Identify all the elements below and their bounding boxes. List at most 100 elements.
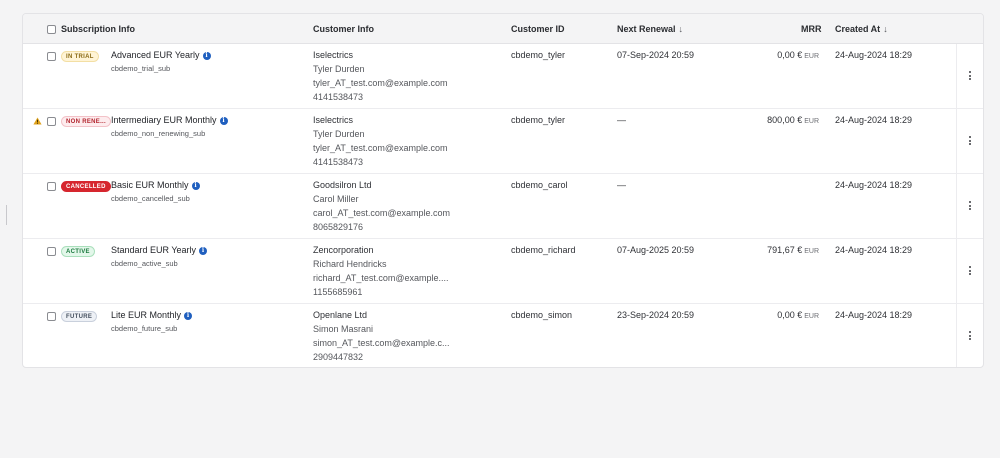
mrr-currency: EUR — [804, 248, 819, 255]
created-at: 24-Aug-2024 18:29 — [835, 115, 913, 125]
subscription-id: cbdemo_trial_sub — [111, 64, 171, 73]
customer-phone: 8065829176 — [313, 222, 364, 232]
customer-phone: 4141538473 — [313, 157, 364, 167]
customer-company[interactable]: Iselectrics — [313, 50, 353, 60]
subscription-id: cbdemo_non_renewing_sub — [111, 129, 206, 138]
customer-name: Tyler Durden — [313, 64, 365, 74]
customer-name: Richard Hendricks — [313, 259, 387, 269]
status-badge: CANCELLED — [61, 181, 111, 192]
customer-name: Simon Masrani — [313, 324, 374, 334]
header-mrr[interactable]: MRR — [801, 14, 822, 44]
customer-company[interactable]: Goodsilron Ltd — [313, 180, 372, 190]
row-checkbox[interactable] — [47, 117, 56, 126]
customer-company[interactable]: Zencorporation — [313, 245, 374, 255]
customer-id: cbdemo_richard — [511, 245, 576, 255]
created-at: 24-Aug-2024 18:29 — [835, 310, 913, 320]
info-icon[interactable]: i — [219, 117, 228, 125]
header-next-renewal-label: Next Renewal — [617, 24, 676, 34]
customer-email: carol_AT_test.com@example.com — [313, 208, 451, 218]
plan-name-label: Advanced EUR Yearly — [111, 50, 200, 60]
customer-email: tyler_AT_test.com@example.com — [313, 78, 448, 88]
customer-phone: 1155685961 — [313, 287, 363, 297]
status-badge: IN TRIAL — [61, 51, 99, 62]
next-renewal: 07-Sep-2024 20:59 — [617, 50, 695, 60]
table-row[interactable]: ACTIVE Standard EUR Yearly i cbdemo_activ… — [23, 239, 983, 304]
next-renewal: — — [617, 115, 626, 125]
warning-icon — [33, 117, 42, 125]
table-row[interactable]: CANCELLED Basic EUR Monthly i cbdemo_canc… — [23, 174, 983, 239]
row-checkbox[interactable] — [47, 312, 56, 321]
customer-id: cbdemo_simon — [511, 310, 573, 320]
header-customer-info[interactable]: Customer Info — [313, 14, 374, 44]
table-row[interactable]: FUTURE Lite EUR Monthly i cbdemo_future_s… — [23, 304, 983, 367]
next-renewal: 07-Aug-2025 20:59 — [617, 245, 695, 255]
created-at: 24-Aug-2024 18:29 — [835, 180, 913, 190]
plan-name[interactable]: Advanced EUR Yearly i — [111, 50, 211, 60]
more-vertical-icon[interactable] — [967, 136, 973, 148]
row-checkbox[interactable] — [47, 52, 56, 61]
customer-id: cbdemo_carol — [511, 180, 568, 190]
status-badge: NON RENE... — [61, 116, 111, 127]
more-vertical-icon[interactable] — [967, 201, 973, 213]
customer-name: Carol Miller — [313, 194, 359, 204]
plan-name-label: Lite EUR Monthly — [111, 310, 182, 320]
plan-name[interactable]: Intermediary EUR Monthly i — [111, 115, 228, 125]
customer-company[interactable]: Iselectrics — [313, 115, 353, 125]
customer-id: cbdemo_tyler — [511, 115, 566, 125]
table-row[interactable]: NON RENE... Intermediary EUR Monthly i cb… — [23, 109, 983, 174]
customer-id: cbdemo_tyler — [511, 50, 566, 60]
plan-name-label: Intermediary EUR Monthly — [111, 115, 217, 125]
customer-phone: 2909447832 — [313, 352, 364, 362]
mrr-amount: 0,00 € EUR — [777, 310, 819, 320]
more-vertical-icon[interactable] — [967, 266, 973, 278]
plan-name[interactable]: Standard EUR Yearly i — [111, 245, 208, 255]
row-checkbox[interactable] — [47, 182, 56, 191]
sort-arrow-icon[interactable]: ↓ — [883, 24, 888, 34]
next-renewal: 23-Sep-2024 20:59 — [617, 310, 695, 320]
subscription-id: cbdemo_future_sub — [111, 324, 178, 333]
status-badge: FUTURE — [61, 311, 98, 322]
more-vertical-icon[interactable] — [967, 331, 973, 343]
created-at: 24-Aug-2024 18:29 — [835, 50, 913, 60]
header-subscription-info[interactable]: Subscription Info — [61, 14, 135, 44]
next-renewal: — — [617, 180, 626, 190]
subscription-id: cbdemo_cancelled_sub — [111, 194, 190, 203]
mrr-value: 0,00 € — [777, 310, 803, 320]
more-vertical-icon[interactable] — [967, 71, 973, 83]
header-customer-id[interactable]: Customer ID — [511, 14, 565, 44]
mrr-value: 791,67 € — [767, 245, 803, 255]
info-icon[interactable]: i — [199, 247, 208, 255]
status-badge: ACTIVE — [61, 246, 95, 257]
created-at: 24-Aug-2024 18:29 — [835, 245, 913, 255]
header-created-at-label: Created At — [835, 24, 881, 34]
mrr-amount — [817, 180, 819, 190]
subscription-id: cbdemo_active_sub — [111, 259, 178, 268]
sort-arrow-icon[interactable]: ↓ — [679, 24, 684, 34]
plan-name-label: Basic EUR Monthly — [111, 180, 189, 190]
mrr-amount: 0,00 € EUR — [777, 50, 819, 60]
customer-email: richard_AT_test.com@example.... — [313, 273, 449, 283]
subscriptions-table: Subscription Info Customer Info Customer… — [22, 13, 984, 368]
select-all-checkbox[interactable] — [47, 25, 56, 34]
info-icon[interactable]: i — [184, 312, 193, 320]
info-icon[interactable]: i — [191, 182, 200, 190]
header-created-at[interactable]: Created At ↓ — [835, 14, 888, 44]
customer-email: tyler_AT_test.com@example.com — [313, 143, 448, 153]
header-next-renewal[interactable]: Next Renewal ↓ — [617, 14, 683, 44]
mrr-currency: EUR — [804, 118, 819, 125]
mrr-amount: 791,67 € EUR — [767, 245, 819, 255]
customer-phone: 4141538473 — [313, 92, 364, 102]
resize-handle[interactable] — [6, 205, 7, 225]
info-icon[interactable]: i — [202, 52, 211, 60]
customer-name: Tyler Durden — [313, 129, 365, 139]
actions-column-divider — [956, 44, 957, 367]
row-checkbox[interactable] — [47, 247, 56, 256]
customer-company[interactable]: Openlane Ltd — [313, 310, 367, 320]
plan-name[interactable]: Lite EUR Monthly i — [111, 310, 193, 320]
plan-name-label: Standard EUR Yearly — [111, 245, 197, 255]
mrr-amount: 800,00 € EUR — [767, 115, 819, 125]
table-row[interactable]: IN TRIAL Advanced EUR Yearly i cbdemo_tri… — [23, 44, 983, 109]
plan-name[interactable]: Basic EUR Monthly i — [111, 180, 200, 190]
mrr-value: 0,00 € — [777, 50, 803, 60]
mrr-currency: EUR — [804, 53, 819, 60]
